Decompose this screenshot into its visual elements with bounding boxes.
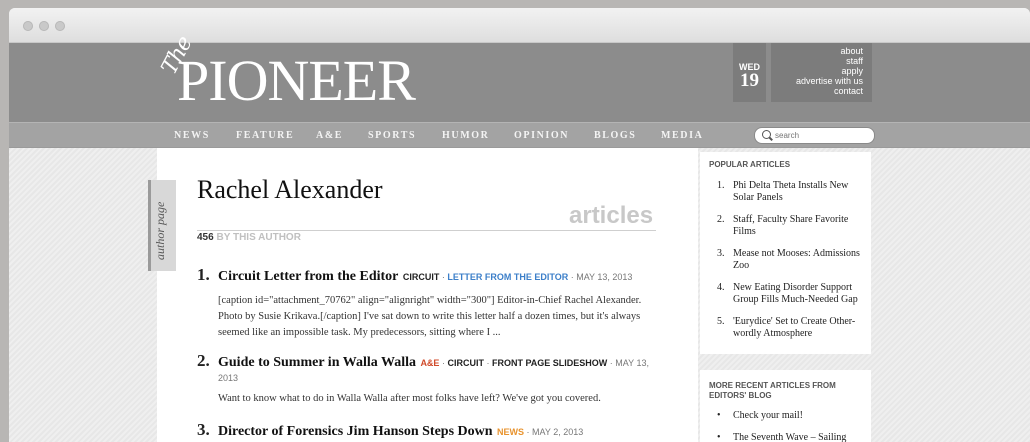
popular-heading: POPULAR ARTICLES	[709, 160, 791, 169]
window-zoom-dot[interactable]	[55, 21, 65, 31]
article-excerpt: Want to know what to do in Walla Walla a…	[218, 393, 601, 404]
article-count-number: 456	[197, 232, 214, 243]
search-input[interactable]	[775, 129, 865, 141]
article-date-year: 2013	[218, 373, 239, 383]
nav-news[interactable]: NEWS	[174, 130, 210, 141]
article-number: 1.	[197, 265, 210, 284]
window-titlebar	[9, 8, 1030, 43]
article-number: 2.	[197, 351, 210, 370]
utility-links: about staff apply advertise with us cont…	[771, 43, 872, 102]
popular-item-number: 5.	[717, 316, 725, 327]
nav-sports[interactable]: SPORTS	[368, 130, 416, 141]
popular-item-number: 2.	[717, 214, 725, 225]
author-page-tab-label: author page	[153, 201, 167, 260]
article-title-link[interactable]: Director of Forensics Jim Hanson Steps D…	[218, 424, 493, 439]
category-link[interactable]: CIRCUIT	[447, 358, 484, 368]
article-date: MAY 13,	[615, 358, 649, 368]
recent-item-title[interactable]: Check your mail!	[733, 410, 863, 422]
article-title-link[interactable]: Guide to Summer in Walla Walla	[218, 355, 416, 370]
popular-item-title[interactable]: Phi Delta Theta Installs New Solar Panel…	[733, 180, 863, 204]
link-staff[interactable]: staff	[771, 56, 872, 66]
popular-item-title[interactable]: New Eating Disorder Support Group Fills …	[733, 282, 863, 306]
main-nav: NEWS FEATURE A&E SPORTS HUMOR OPINION BL…	[9, 122, 1030, 148]
search-icon	[762, 130, 771, 139]
date-day-number: 19	[740, 70, 759, 91]
article-excerpt: [caption id="attachment_70762" align="al…	[218, 295, 642, 338]
category-link[interactable]: NEWS	[497, 427, 524, 437]
nav-blogs[interactable]: BLOGS	[594, 130, 636, 141]
article-date: MAY 2, 2013	[532, 427, 584, 437]
masthead: The PIONEER	[9, 33, 1030, 122]
divider	[197, 230, 656, 231]
nav-opinion[interactable]: OPINION	[514, 130, 569, 141]
nav-feature[interactable]: FEATURE	[236, 130, 294, 141]
section-heading: articles	[569, 202, 654, 229]
popular-articles-box: POPULAR ARTICLES 1. Phi Delta Theta Inst…	[700, 152, 871, 354]
nav-media[interactable]: MEDIA	[661, 130, 703, 141]
date-badge: WED 19	[733, 43, 766, 102]
recent-heading: MORE RECENT ARTICLES FROM	[709, 381, 836, 390]
popular-item-number: 3.	[717, 248, 725, 259]
category-link[interactable]: LETTER FROM THE EDITOR	[447, 272, 568, 282]
article-number: 3.	[197, 420, 210, 439]
logo-wordmark: PIONEER	[177, 48, 416, 113]
author-page-tab: author page	[148, 180, 176, 271]
bullet: •	[717, 432, 721, 442]
popular-item-number: 1.	[717, 180, 725, 191]
nav-ae[interactable]: A&E	[316, 130, 343, 141]
article-title-link[interactable]: Circuit Letter from the Editor	[218, 269, 398, 284]
category-link[interactable]: A&E	[420, 358, 439, 368]
link-advertise[interactable]: advertise with us	[771, 76, 872, 86]
popular-item-title[interactable]: Staff, Faculty Share Favorite Films	[733, 214, 863, 238]
article-date: MAY 13, 2013	[576, 272, 633, 282]
article-meta: CIRCUIT · LETTER FROM THE EDITOR · MAY 1…	[402, 272, 633, 282]
search-box[interactable]	[754, 127, 875, 144]
article-meta: A&E · CIRCUIT · FRONT PAGE SLIDESHOW · M…	[420, 358, 649, 368]
popular-item-title[interactable]: 'Eurydice' Set to Create Other-wordly At…	[733, 316, 863, 340]
browser-window: The PIONEER WED 19 about staff apply adv…	[9, 8, 1030, 442]
link-contact[interactable]: contact	[771, 86, 872, 96]
category-link[interactable]: CIRCUIT	[403, 272, 440, 282]
link-apply[interactable]: apply	[771, 66, 872, 76]
article-meta: NEWS · MAY 2, 2013	[497, 427, 584, 437]
bullet: •	[717, 410, 721, 421]
window-minimize-dot[interactable]	[39, 21, 49, 31]
recent-item-title[interactable]: The Seventh Wave – Sailing Away	[733, 432, 863, 442]
recent-articles-box: MORE RECENT ARTICLES FROM EDITORS' BLOG …	[700, 370, 871, 442]
category-link[interactable]: FRONT PAGE SLIDESHOW	[492, 358, 607, 368]
article-count: 456 BY THIS AUTHOR	[197, 232, 301, 243]
popular-item-title[interactable]: Mease not Mooses: Admissions Zoo	[733, 248, 863, 272]
nav-humor[interactable]: HUMOR	[442, 130, 489, 141]
popular-item-number: 4.	[717, 282, 725, 293]
author-name: Rachel Alexander	[197, 175, 383, 204]
article-count-label: BY THIS AUTHOR	[216, 232, 301, 243]
link-about[interactable]: about	[771, 46, 872, 56]
recent-heading-sub: EDITORS' BLOG	[709, 391, 772, 400]
window-close-dot[interactable]	[23, 21, 33, 31]
